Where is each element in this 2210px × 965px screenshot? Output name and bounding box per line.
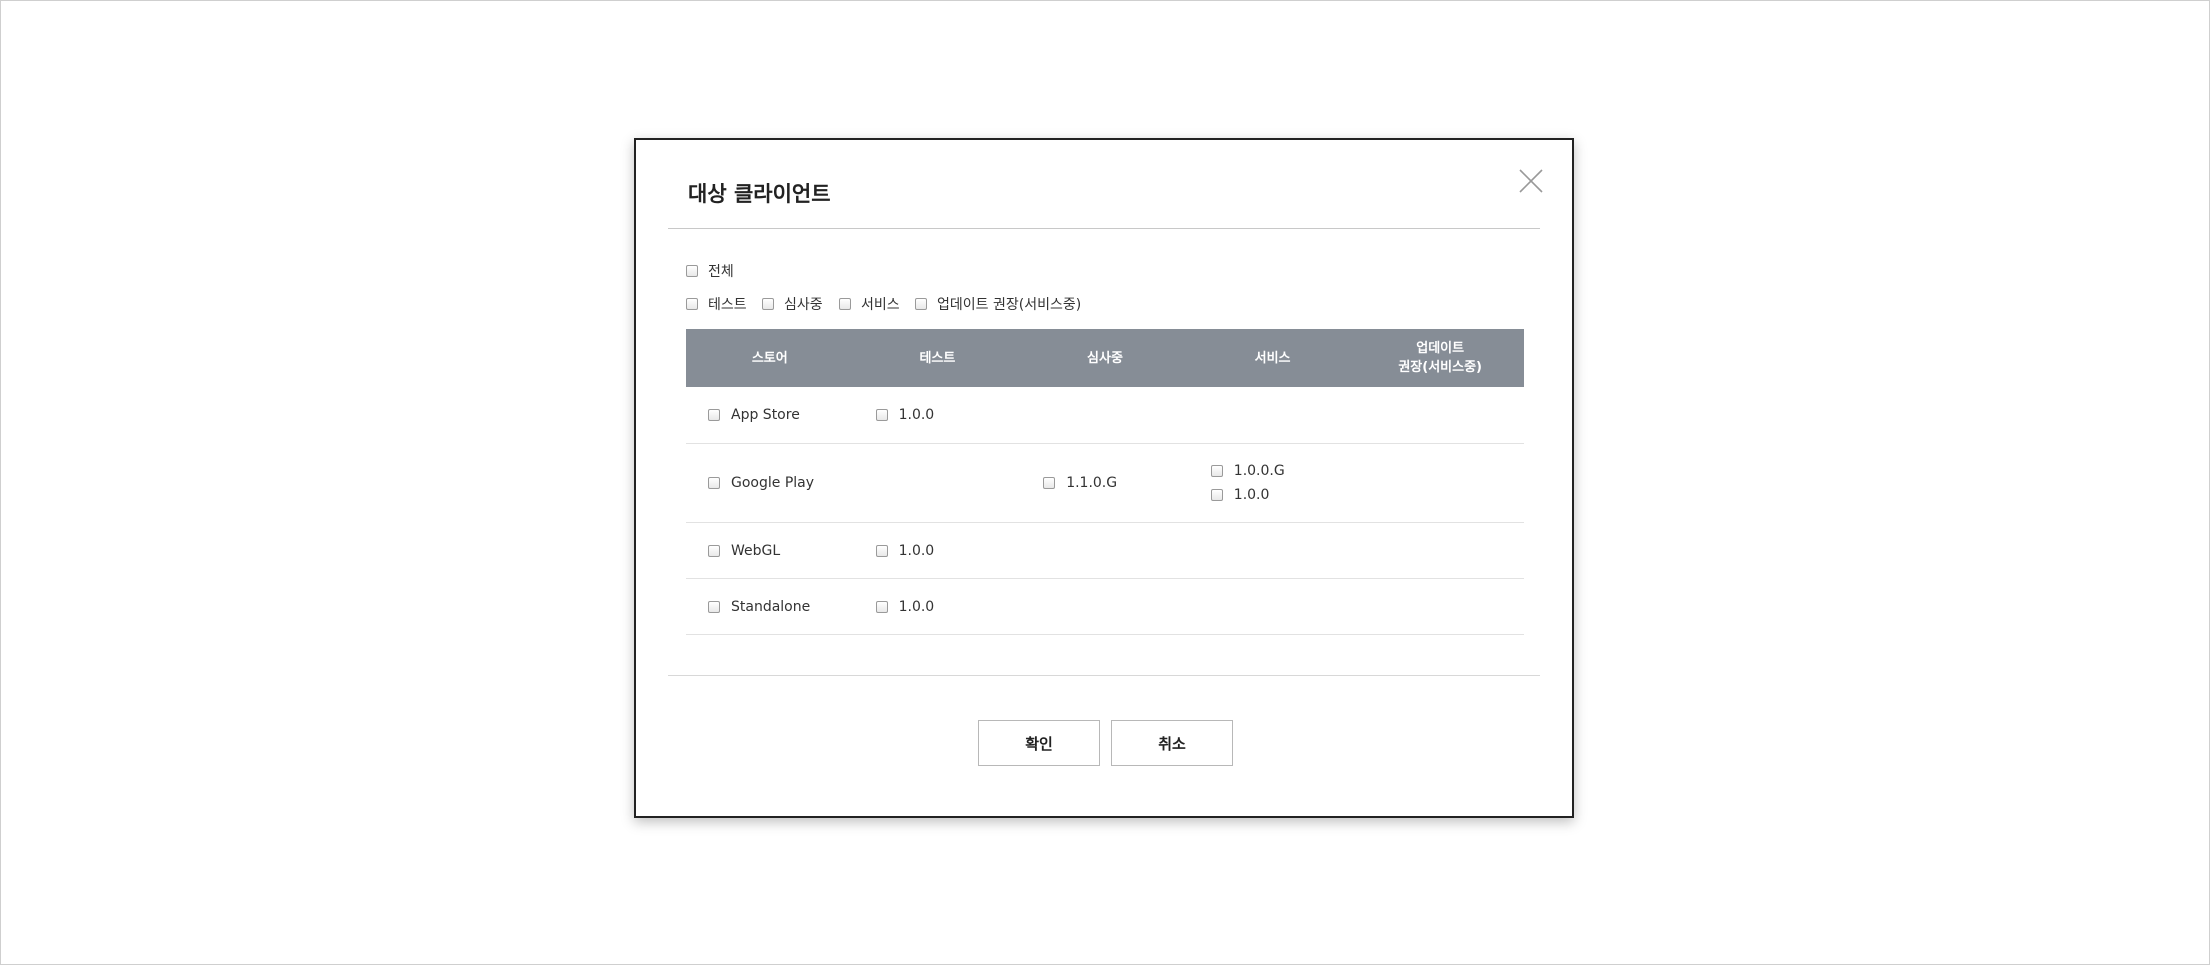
filter-all-label: 전체: [708, 264, 734, 280]
close-icon[interactable]: [1516, 166, 1546, 196]
update-cell: [1356, 523, 1524, 578]
checkbox-version[interactable]: [1210, 465, 1223, 477]
header-test: 테스트: [919, 350, 956, 366]
review-cell: [1021, 387, 1189, 443]
service-cell: 1.0.0.G 1.0.0: [1189, 444, 1357, 522]
store-cell: Standalone: [686, 579, 854, 634]
divider: [668, 228, 1540, 229]
review-cell: [1021, 523, 1189, 578]
checkbox-service[interactable]: [839, 298, 851, 310]
filter-service-label: 서비스: [861, 297, 900, 313]
version-option[interactable]: 1.0.0: [875, 407, 1022, 423]
service-cell: [1189, 387, 1357, 443]
version-label: 1.0.0: [898, 598, 935, 615]
version-label: 1.0.0.G: [1233, 463, 1285, 479]
client-table: 스토어 테스트 심사중 서비스 업데이트 권장(서비스중) App Store …: [686, 329, 1524, 635]
table-row: Google Play 1.1.0.G 1.0.0.G 1.0.0: [686, 444, 1524, 523]
filter-all[interactable]: 전체: [686, 261, 734, 281]
checkbox-review[interactable]: [762, 298, 774, 310]
header-review: 심사중: [1087, 350, 1123, 366]
confirm-button[interactable]: 확인: [978, 720, 1100, 766]
table-row: App Store 1.0.0: [686, 387, 1524, 444]
table-header: 스토어 테스트 심사중 서비스 업데이트 권장(서비스중): [686, 329, 1524, 387]
store-option[interactable]: WebGL: [708, 543, 854, 559]
test-cell: [854, 444, 1022, 522]
service-cell: [1189, 523, 1357, 578]
checkbox-store[interactable]: [708, 409, 720, 421]
store-option[interactable]: Google Play: [708, 475, 854, 491]
checkbox-store[interactable]: [708, 600, 720, 613]
store-cell: WebGL: [686, 523, 854, 578]
checkbox-version[interactable]: [875, 544, 888, 557]
version-label: 1.1.0.G: [1066, 475, 1118, 491]
filter-service[interactable]: 서비스: [839, 294, 900, 314]
version-option[interactable]: 1.0.0.G: [1210, 463, 1357, 479]
store-cell: App Store: [686, 387, 854, 443]
dialog-title: 대상 클라이언트: [688, 182, 831, 206]
checkbox-version[interactable]: [875, 600, 888, 613]
version-label: 1.0.0: [898, 542, 935, 559]
update-cell: [1356, 579, 1524, 634]
version-option[interactable]: 1.1.0.G: [1043, 475, 1189, 491]
filter-review[interactable]: 심사중: [762, 294, 823, 314]
filter-test[interactable]: 테스트: [686, 294, 747, 314]
store-option[interactable]: Standalone: [708, 599, 854, 615]
test-cell: 1.0.0: [854, 579, 1022, 634]
store-option[interactable]: App Store: [708, 407, 854, 423]
filter-test-label: 테스트: [708, 297, 747, 313]
store-label: Google Play: [731, 475, 815, 491]
update-cell: [1356, 444, 1524, 522]
store-label: WebGL: [731, 542, 781, 559]
table-row: WebGL 1.0.0: [686, 523, 1524, 579]
header-update: 업데이트 권장(서비스중): [1398, 341, 1482, 375]
header-store: 스토어: [751, 350, 788, 366]
filter-review-label: 심사중: [784, 297, 823, 313]
store-cell: Google Play: [686, 444, 854, 522]
checkbox-version[interactable]: [1210, 489, 1223, 501]
checkbox-version[interactable]: [875, 409, 888, 421]
header-service: 서비스: [1254, 350, 1291, 366]
review-cell: [1021, 579, 1189, 634]
update-cell: [1356, 387, 1524, 443]
version-option[interactable]: 1.0.0: [1210, 487, 1357, 503]
checkbox-version[interactable]: [1043, 477, 1056, 489]
test-cell: 1.0.0: [854, 523, 1022, 578]
service-cell: [1189, 579, 1357, 634]
store-label: Standalone: [731, 598, 811, 615]
target-client-dialog: 대상 클라이언트 전체 테스트 심사중 서비스 업데이트 권장(서비스중) 스토…: [634, 138, 1574, 818]
test-cell: 1.0.0: [854, 387, 1022, 443]
version-option[interactable]: 1.0.0: [875, 598, 1022, 615]
version-option[interactable]: 1.0.0: [875, 542, 1022, 559]
review-cell: 1.1.0.G: [1021, 444, 1189, 522]
version-label: 1.0.0: [898, 407, 935, 423]
cancel-button[interactable]: 취소: [1111, 720, 1233, 766]
checkbox-store[interactable]: [708, 544, 720, 557]
filter-update-label: 업데이트 권장(서비스중): [937, 297, 1082, 313]
table-row: Standalone 1.0.0: [686, 579, 1524, 635]
version-label: 1.0.0: [1233, 487, 1270, 503]
checkbox-all[interactable]: [686, 265, 698, 277]
filter-update[interactable]: 업데이트 권장(서비스중): [915, 294, 1081, 314]
checkbox-update[interactable]: [915, 298, 927, 310]
store-label: App Store: [731, 407, 800, 423]
divider: [668, 675, 1540, 676]
checkbox-store[interactable]: [708, 477, 720, 489]
checkbox-test[interactable]: [686, 298, 698, 310]
